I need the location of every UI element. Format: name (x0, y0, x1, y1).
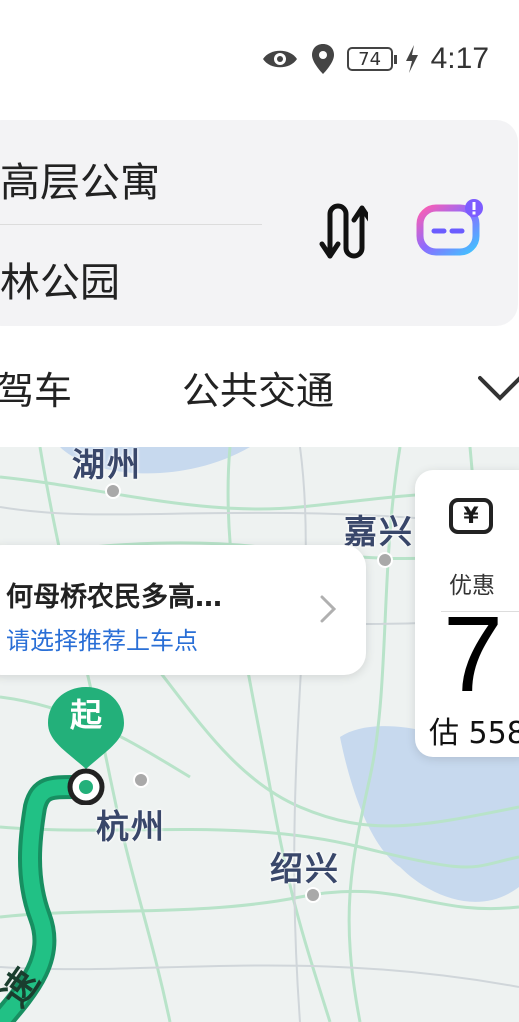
price-value: 7 (443, 593, 504, 714)
estimate-label: 估 558 (429, 716, 519, 751)
location-icon (311, 44, 334, 74)
tab-transit[interactable]: 公共交通 (182, 360, 334, 415)
charging-icon (405, 45, 418, 73)
pickup-title: 何母桥农民多高… (6, 582, 222, 613)
city-label-jiaxing: 嘉兴 (344, 512, 414, 551)
city-label-hangzhou: 杭州 (96, 807, 166, 846)
origin-field[interactable]: 高层公寓 (0, 150, 160, 208)
pickup-point-card[interactable]: 何母桥农民多高… 请选择推荐上车点 (0, 545, 366, 675)
city-label-huzhou: 湖州 (72, 445, 142, 484)
status-icons: 74 4:17 (261, 42, 489, 76)
city-label-shaoxing: 绍兴 (270, 849, 340, 888)
price-panel[interactable]: ¥ 优惠 7 估 558 (415, 470, 519, 757)
start-pin-label: 起 (69, 696, 102, 734)
travel-mode-tabs: 驾车 公共交通 (0, 340, 519, 440)
route-divider (0, 224, 262, 225)
battery-indicator: 74 (346, 47, 397, 71)
eye-icon (262, 50, 297, 68)
status-bar: 74 4:17 (0, 0, 519, 120)
assistant-icon[interactable] (416, 198, 486, 260)
chevron-right-icon (320, 595, 336, 623)
swap-icon[interactable] (316, 200, 368, 262)
pickup-subtitle[interactable]: 请选择推荐上车点 (6, 621, 198, 656)
yen-icon: ¥ (449, 498, 493, 534)
chevron-down-icon[interactable] (478, 374, 519, 402)
tab-drive[interactable]: 驾车 (0, 360, 72, 415)
destination-field[interactable]: 林公园 (0, 250, 120, 308)
route-input-card: 高层公寓 林公园 (0, 120, 518, 326)
status-time: 4:17 (430, 42, 489, 75)
